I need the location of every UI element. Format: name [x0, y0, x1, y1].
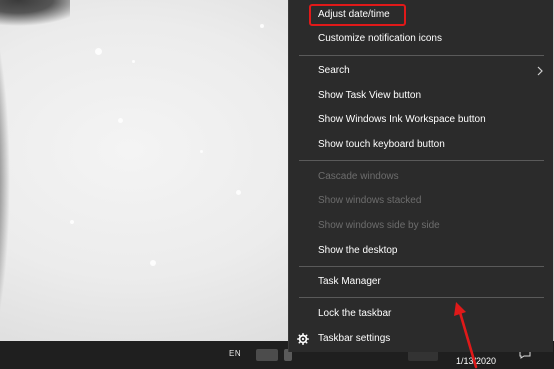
menu-item-search[interactable]: Search [289, 60, 553, 82]
menu-item-show-windows-side-by-side: Show windows side by side [289, 215, 553, 237]
menu-item-label: Task Manager [318, 276, 381, 287]
snowflake [132, 60, 135, 63]
red-highlight-box [309, 4, 406, 26]
menu-item-customize-notification-icons[interactable]: Customize notification icons [289, 28, 553, 50]
snowflake [236, 190, 241, 195]
menu-item-task-manager[interactable]: Task Manager [289, 271, 553, 293]
menu-item-label: Show touch keyboard button [318, 139, 445, 150]
menu-separator [299, 160, 544, 161]
menu-item-label: Show Windows Ink Workspace button [318, 114, 486, 125]
menu-item-show-ink-workspace[interactable]: Show Windows Ink Workspace button [289, 109, 553, 131]
snowflake [260, 24, 264, 28]
menu-item-show-desktop[interactable]: Show the desktop [289, 240, 553, 262]
wallpaper-dark-edge [0, 0, 18, 369]
menu-item-label: Cascade windows [318, 171, 399, 182]
desktop: EN 1/13/2020 Adjust date/time Customize … [0, 0, 554, 369]
menu-item-label: Lock the taskbar [318, 308, 392, 319]
taskbar-context-menu: Adjust date/time Customize notification … [288, 0, 553, 352]
snowflake [118, 118, 123, 123]
menu-item-label: Show windows stacked [318, 195, 422, 206]
menu-item-taskbar-settings[interactable]: Taskbar settings [289, 328, 553, 350]
menu-item-show-touch-keyboard[interactable]: Show touch keyboard button [289, 134, 553, 156]
menu-item-label: Show windows side by side [318, 220, 440, 231]
menu-item-label: Show the desktop [318, 245, 398, 256]
menu-item-show-task-view[interactable]: Show Task View button [289, 85, 553, 107]
menu-separator [299, 266, 544, 267]
menu-item-label: Show Task View button [318, 90, 422, 101]
tray-icon-blurred[interactable] [256, 349, 278, 361]
menu-item-lock-taskbar[interactable]: Lock the taskbar [289, 303, 553, 325]
chevron-right-icon [537, 66, 543, 76]
menu-item-label: Search [318, 65, 350, 76]
language-indicator[interactable]: EN [229, 349, 241, 358]
menu-item-label: Taskbar settings [318, 333, 391, 344]
snowflake [95, 48, 102, 55]
menu-item-label: Customize notification icons [318, 33, 442, 44]
menu-separator [299, 55, 544, 56]
snowflake [70, 220, 74, 224]
wallpaper-dark-corner [0, 0, 70, 28]
menu-item-cascade-windows: Cascade windows [289, 166, 553, 188]
snowflake [200, 150, 203, 153]
red-annotation-arrow [454, 302, 478, 369]
menu-item-show-windows-stacked: Show windows stacked [289, 190, 553, 212]
menu-separator [299, 297, 544, 298]
snowflake [150, 260, 156, 266]
gear-icon [297, 333, 309, 345]
